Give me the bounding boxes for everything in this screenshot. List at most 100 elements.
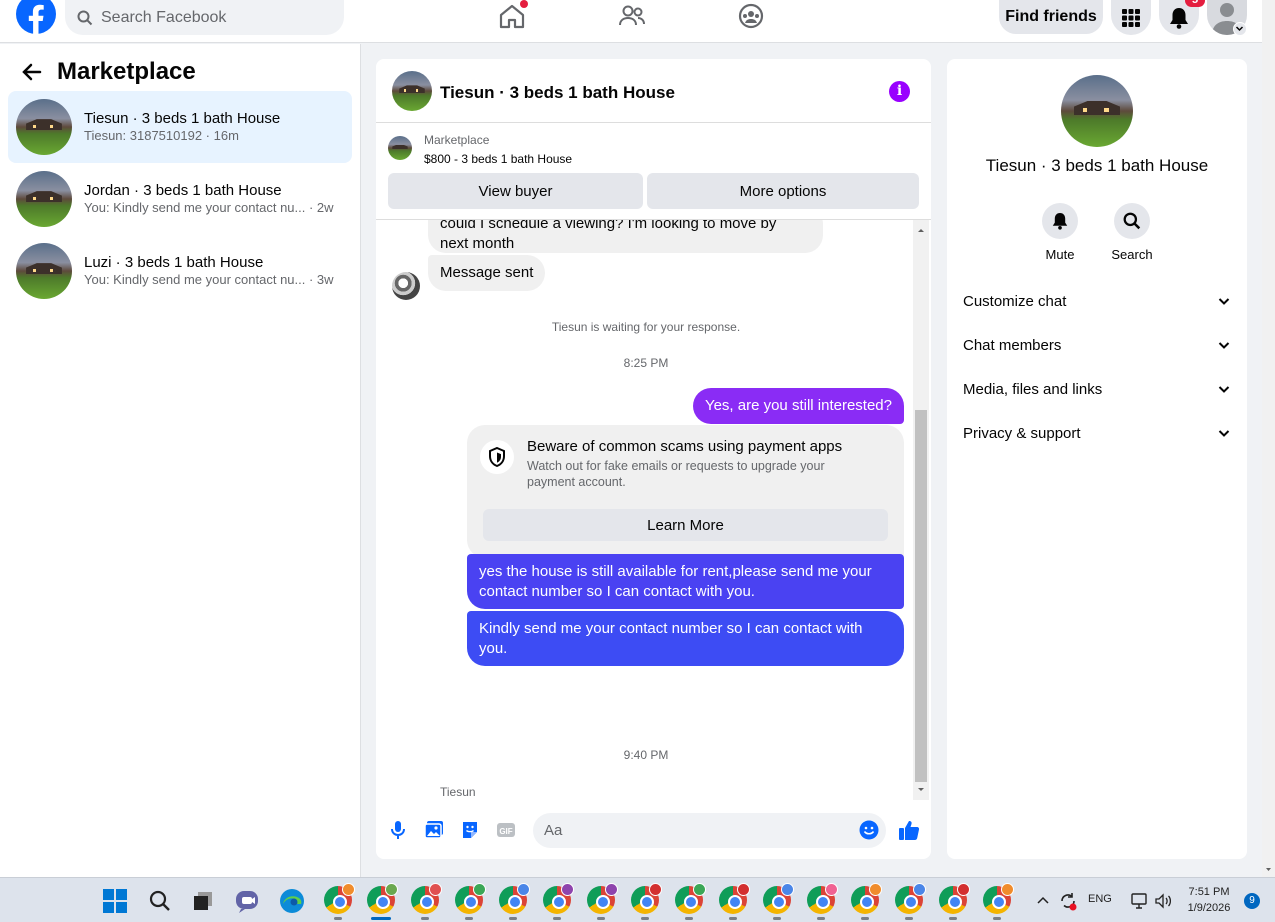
section-label: Customize chat <box>963 292 1067 310</box>
emoji-icon[interactable] <box>859 820 879 840</box>
conversation-preview: You: Kindly send me your contact nu... ·… <box>84 272 334 288</box>
page-scrollbar[interactable] <box>1262 0 1275 877</box>
edge-browser-icon[interactable] <box>279 888 305 914</box>
clock-date: 1/9/2026 <box>1187 902 1231 914</box>
listing-small-thumbnail <box>388 136 412 160</box>
message-text-partial: could I schedule a viewing? I'm looking … <box>440 220 777 232</box>
network-icon[interactable] <box>1130 891 1150 911</box>
mute-button[interactable]: Mute <box>1030 203 1090 262</box>
conversation-name: Luzi · 3 beds 1 bath House <box>84 253 264 271</box>
listing-thumbnail <box>16 243 72 299</box>
customize-chat-section[interactable]: Customize chat <box>963 279 1231 323</box>
more-options-button[interactable]: More options <box>647 173 919 209</box>
windows-start-icon[interactable] <box>103 889 127 913</box>
message-text-line: next month <box>440 235 515 252</box>
chat-header: Tiesun · 3 beds 1 bath House i <box>376 59 931 123</box>
chat-listing-thumbnail[interactable] <box>392 71 432 111</box>
sync-icon[interactable] <box>1058 891 1078 911</box>
message-composer: GIF Aa <box>376 800 931 859</box>
groups-icon[interactable] <box>737 3 765 29</box>
home-notification-dot <box>520 0 528 8</box>
microphone-icon[interactable] <box>388 820 408 840</box>
account-chevron-down-icon[interactable] <box>1233 22 1247 36</box>
marketplace-label: Marketplace <box>424 133 490 147</box>
chat-title[interactable]: Tiesun · 3 beds 1 bath House <box>440 83 675 103</box>
top-navigation-bar: Search Facebook Find friends 5 <box>0 0 1262 43</box>
find-friends-button[interactable]: Find friends <box>999 0 1103 34</box>
chat-window: Tiesun · 3 beds 1 bath House i Marketpla… <box>376 59 931 859</box>
listing-price-title[interactable]: $800 - 3 beds 1 bath House <box>424 152 572 166</box>
listing-thumbnail <box>16 171 72 227</box>
chrome-profile-icon[interactable] <box>499 883 530 914</box>
shield-icon <box>480 440 514 474</box>
chrome-profile-icon[interactable] <box>807 883 838 914</box>
volume-icon[interactable] <box>1153 891 1173 911</box>
conversation-item-jordan[interactable]: Jordan · 3 beds 1 bath House You: Kindly… <box>8 163 352 235</box>
gif-icon[interactable]: GIF <box>496 820 516 840</box>
taskbar-search-icon[interactable] <box>148 889 172 913</box>
conversation-item-tiesun[interactable]: Tiesun · 3 beds 1 bath House Tiesun: 318… <box>8 91 352 163</box>
chrome-profile-icon[interactable] <box>719 883 750 914</box>
scam-warning-card: Beware of common scams using payment app… <box>467 425 904 558</box>
chrome-profile-icon[interactable] <box>983 883 1014 914</box>
section-label: Chat members <box>963 336 1062 354</box>
marketplace-listing-bar: Marketplace $800 - 3 beds 1 bath House V… <box>376 124 931 220</box>
search-label: Search <box>1111 247 1153 262</box>
conversation-name: Tiesun · 3 beds 1 bath House <box>84 109 281 127</box>
friends-icon[interactable] <box>618 3 646 29</box>
chrome-profile-icon[interactable] <box>675 883 706 914</box>
chat-members-section[interactable]: Chat members <box>963 323 1231 367</box>
timestamp: 9:40 PM <box>623 748 669 762</box>
listing-thumbnail <box>16 99 72 155</box>
chevron-down-icon <box>1218 342 1230 349</box>
photo-icon[interactable] <box>424 820 444 840</box>
conversation-item-luzi[interactable]: Luzi · 3 beds 1 bath House You: Kindly s… <box>8 235 352 307</box>
message-scrollbar[interactable] <box>913 220 929 800</box>
chrome-profile-icon[interactable] <box>455 883 486 914</box>
sender-name: Tiesun <box>440 785 476 799</box>
listing-profile-thumbnail[interactable] <box>1061 75 1133 147</box>
chrome-profile-icon[interactable] <box>543 883 574 914</box>
input-language-indicator[interactable]: ENG <box>1088 893 1112 905</box>
sender-avatar[interactable] <box>392 272 420 300</box>
chrome-profile-icon[interactable] <box>851 883 882 914</box>
conversation-name: Jordan · 3 beds 1 bath House <box>84 181 282 199</box>
message-input[interactable]: Aa <box>533 813 886 848</box>
task-view-icon[interactable] <box>191 889 215 913</box>
chrome-profile-icon[interactable] <box>411 883 442 914</box>
waiting-status-text: Tiesun is waiting for your response. <box>551 320 741 334</box>
message-thread[interactable]: could I schedule a viewing? I'm looking … <box>376 220 916 800</box>
chrome-profile-icon[interactable] <box>895 883 926 914</box>
conversation-preview: Tiesun: 3187510192 · 16m <box>84 128 239 144</box>
sticker-icon[interactable] <box>460 820 480 840</box>
chrome-profile-icon[interactable] <box>939 883 970 914</box>
teams-chat-icon[interactable] <box>235 888 261 914</box>
section-label: Media, files and links <box>963 380 1103 398</box>
chrome-profile-icon[interactable] <box>763 883 794 914</box>
menu-grid-icon[interactable] <box>1111 0 1151 35</box>
outgoing-message: Kindly send me your contact number so I … <box>467 611 904 666</box>
chrome-profile-icon[interactable] <box>587 883 618 914</box>
chrome-profile-icon[interactable] <box>631 883 662 914</box>
learn-more-button[interactable]: Learn More <box>483 509 888 541</box>
clock-time: 7:51 PM <box>1188 886 1230 898</box>
notification-count-badge: 5 <box>1185 0 1205 7</box>
system-clock[interactable]: 7:51 PM 1/9/2026 <box>1180 884 1238 916</box>
outgoing-message: Yes, are you still interested? <box>692 388 904 424</box>
chevron-down-icon <box>1218 386 1230 393</box>
chevron-down-icon <box>1218 430 1230 437</box>
chrome-profile-icon[interactable] <box>324 883 355 914</box>
media-files-links-section[interactable]: Media, files and links <box>963 367 1231 411</box>
privacy-support-section[interactable]: Privacy & support <box>963 411 1231 455</box>
facebook-logo-icon[interactable] <box>16 0 56 34</box>
info-icon[interactable]: i <box>889 81 910 102</box>
tray-chevron-up-icon[interactable] <box>1036 894 1050 908</box>
search-facebook-input[interactable]: Search Facebook <box>65 0 344 35</box>
back-arrow-icon[interactable] <box>22 62 42 82</box>
chat-details-panel: Tiesun · 3 beds 1 bath House Mute Search… <box>947 59 1247 859</box>
search-in-conversation-button[interactable]: Search <box>1102 203 1162 262</box>
chrome-profile-icon-active[interactable] <box>367 883 398 914</box>
view-buyer-button[interactable]: View buyer <box>388 173 643 209</box>
notification-center-badge[interactable]: 9 <box>1244 893 1260 909</box>
thumbs-up-icon[interactable] <box>898 819 920 841</box>
